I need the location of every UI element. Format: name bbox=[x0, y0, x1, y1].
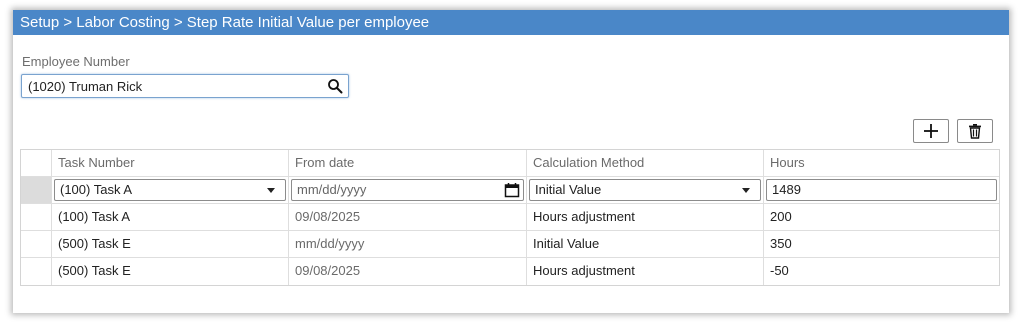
from-date-cell: mm/dd/yyyy bbox=[289, 231, 527, 257]
hours-cell: 1489 bbox=[764, 177, 999, 203]
calculation-method-cell: Hours adjustment bbox=[527, 258, 764, 285]
task-number-select[interactable]: (100) Task A bbox=[54, 179, 286, 201]
search-icon[interactable] bbox=[327, 78, 343, 94]
header-selector-cell bbox=[21, 150, 52, 176]
row-selector[interactable] bbox=[21, 204, 52, 230]
hours-cell: 200 bbox=[770, 209, 792, 224]
from-date-input[interactable]: mm/dd/yyyy bbox=[291, 179, 524, 201]
employee-number-label: Employee Number bbox=[22, 54, 130, 69]
chevron-down-icon[interactable] bbox=[267, 188, 275, 193]
method-cell: Initial Value bbox=[527, 177, 764, 203]
task-cell: (100) Task A bbox=[52, 177, 289, 203]
grid-header: Task Number From date Calculation Method… bbox=[21, 150, 999, 177]
column-header-hours[interactable]: Hours bbox=[764, 150, 999, 176]
delete-row-button[interactable] bbox=[957, 119, 993, 143]
trash-icon bbox=[969, 124, 981, 139]
calculation-method-cell: Hours adjustment bbox=[527, 204, 764, 230]
row-selector[interactable] bbox=[21, 231, 52, 257]
calculation-method-value: Initial Value bbox=[535, 182, 602, 197]
hours-cell: 350 bbox=[770, 236, 792, 251]
breadcrumb: Setup > Labor Costing > Step Rate Initia… bbox=[13, 10, 1009, 35]
column-header-task-number[interactable]: Task Number bbox=[52, 150, 289, 176]
task-number-value: (100) Task A bbox=[60, 182, 133, 197]
from-date-cell: 09/08/2025 bbox=[289, 204, 527, 230]
employee-number-input[interactable] bbox=[22, 75, 318, 97]
calendar-icon[interactable] bbox=[504, 182, 520, 198]
add-row-button[interactable] bbox=[913, 119, 949, 143]
from-date-cell: mm/dd/yyyy bbox=[289, 177, 527, 203]
table-row[interactable]: (100) Task A 09/08/2025 Hours adjustment… bbox=[21, 204, 999, 231]
task-grid: Task Number From date Calculation Method… bbox=[20, 149, 1000, 286]
table-row-editing[interactable]: (100) Task A mm/dd/yyyy Initial Value 14… bbox=[21, 177, 999, 204]
hours-value: 1489 bbox=[772, 182, 801, 197]
hours-input[interactable]: 1489 bbox=[766, 179, 997, 201]
task-number-cell: (500) Task E bbox=[52, 258, 289, 285]
from-date-placeholder: mm/dd/yyyy bbox=[297, 182, 367, 197]
row-selector[interactable] bbox=[21, 177, 52, 203]
chevron-down-icon[interactable] bbox=[742, 188, 750, 193]
task-number-cell: (500) Task E bbox=[52, 231, 289, 257]
calculation-method-select[interactable]: Initial Value bbox=[529, 179, 761, 201]
employee-number-field[interactable] bbox=[21, 74, 349, 98]
column-header-calculation-method[interactable]: Calculation Method bbox=[527, 150, 764, 176]
table-row[interactable]: (500) Task E mm/dd/yyyy Initial Value 35… bbox=[21, 231, 999, 258]
plus-icon bbox=[924, 124, 938, 138]
task-number-cell: (100) Task A bbox=[52, 204, 289, 230]
from-date-cell: 09/08/2025 bbox=[289, 258, 527, 285]
hours-cell: -50 bbox=[770, 263, 789, 278]
calculation-method-cell: Initial Value bbox=[527, 231, 764, 257]
column-header-from-date[interactable]: From date bbox=[289, 150, 527, 176]
table-row[interactable]: (500) Task E 09/08/2025 Hours adjustment… bbox=[21, 258, 999, 285]
page-frame: Setup > Labor Costing > Step Rate Initia… bbox=[13, 10, 1009, 313]
row-selector[interactable] bbox=[21, 258, 52, 285]
